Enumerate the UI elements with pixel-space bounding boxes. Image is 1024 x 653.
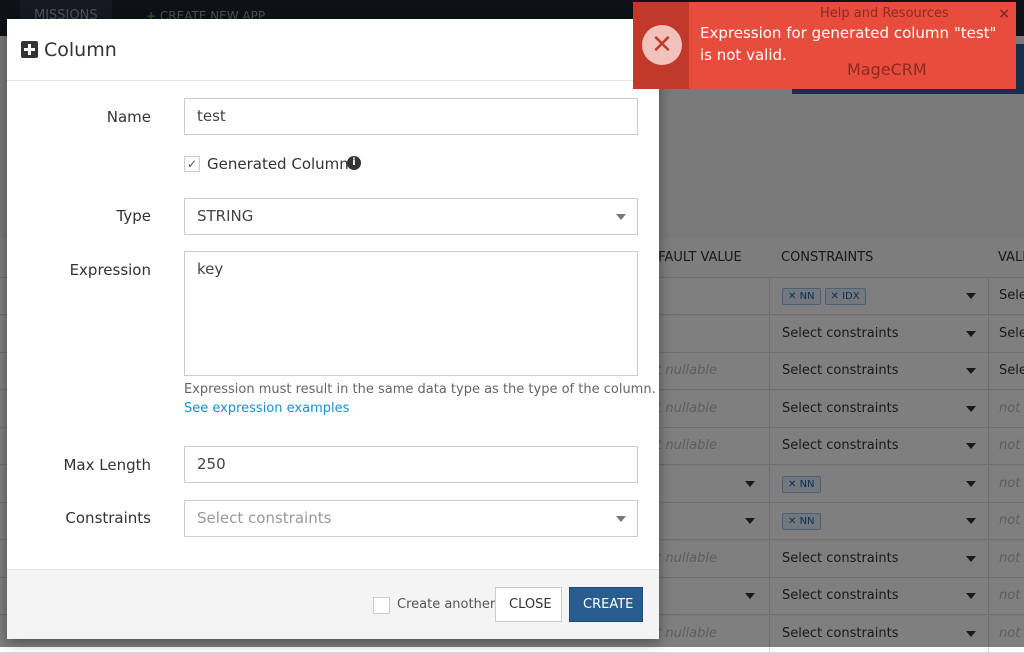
dialog-header: Column (7, 19, 659, 81)
create-another-checkbox[interactable] (373, 597, 390, 614)
x-circle-icon: ✕ (642, 25, 682, 65)
dialog-footer: Create another CLOSE CREATE (7, 569, 659, 639)
expression-examples-link[interactable]: See expression examples (184, 401, 349, 416)
generated-column-checkbox[interactable]: ✓ (184, 156, 200, 172)
expression-help: Expression must result in the same data … (184, 382, 656, 397)
expression-textarea[interactable]: key (184, 251, 638, 376)
close-button[interactable]: CLOSE (495, 587, 562, 622)
name-input[interactable]: test (184, 98, 638, 135)
toast-icon-box: ✕ (633, 2, 689, 89)
type-label: Type (116, 207, 151, 225)
type-select[interactable]: STRING (184, 198, 638, 235)
plus-square-icon (21, 41, 38, 58)
name-label: Name (106, 108, 151, 126)
generated-column-label: Generated Column (207, 155, 349, 173)
max-length-input[interactable]: 250 (184, 446, 638, 483)
dialog-title: Column (44, 38, 117, 61)
create-another-label: Create another (397, 597, 496, 612)
info-icon[interactable]: i (347, 156, 361, 170)
constraints-select[interactable]: Select constraints (184, 500, 638, 537)
constraints-label: Constraints (65, 509, 151, 527)
error-toast: ✕ Expression for generated column "test"… (633, 2, 1016, 89)
max-length-label: Max Length (63, 456, 151, 474)
column-dialog: Column Name test ✓ Generated Column i Ty… (7, 19, 659, 639)
create-button[interactable]: CREATE (569, 587, 643, 622)
toast-message: Expression for generated column "test" i… (700, 24, 997, 64)
toast-close-icon[interactable]: × (998, 6, 1010, 22)
expression-label: Expression (69, 261, 151, 279)
